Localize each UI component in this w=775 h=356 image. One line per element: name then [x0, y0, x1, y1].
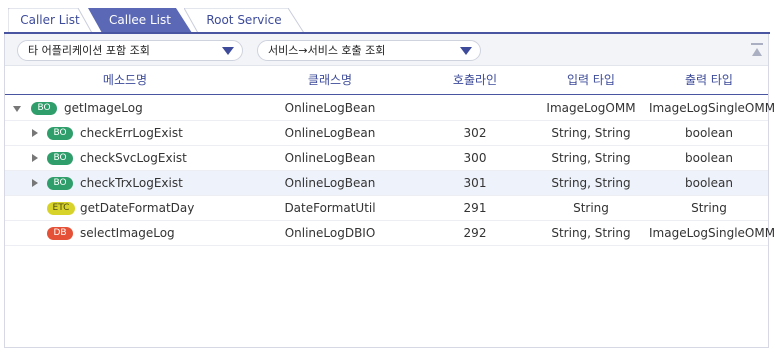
- table-row[interactable]: ETC getDateFormatDay DateFormatUtil 291 …: [5, 196, 768, 221]
- call-line: 291: [463, 201, 487, 215]
- bo-badge: BO: [47, 152, 73, 165]
- output-type: boolean: [685, 126, 733, 140]
- output-type: boolean: [685, 176, 733, 190]
- output-type: ImageLogSingleOMM: [649, 226, 775, 240]
- table-row[interactable]: BO checkErrLogExist OnlineLogBean 302 St…: [5, 121, 768, 146]
- input-type: String, String: [551, 226, 631, 240]
- column-header-output-type[interactable]: 출력 타입: [649, 66, 769, 94]
- call-type-select[interactable]: 서비스→서비스 호출 조회: [257, 40, 481, 61]
- column-header-method[interactable]: 메소드명: [5, 66, 245, 94]
- callee-list-panel: 타 어플리케이션 포함 조회 서비스→서비스 호출 조회 메소드명 클래스명 호…: [4, 34, 775, 348]
- method-name: getImageLog: [64, 101, 143, 115]
- method-name: getDateFormatDay: [80, 201, 195, 215]
- table-row[interactable]: BO getImageLog OnlineLogBean ImageLogOMM…: [5, 96, 775, 121]
- tab-caller-list[interactable]: Caller List: [8, 8, 92, 33]
- input-type: ImageLogOMM: [546, 101, 636, 115]
- app-scope-select-value: 타 어플리케이션 포함 조회: [28, 44, 150, 57]
- tab-callee-list[interactable]: Callee List: [88, 8, 192, 33]
- column-header-line[interactable]: 호출라인: [425, 66, 525, 94]
- class-name: DateFormatUtil: [284, 201, 376, 215]
- bo-badge: BO: [47, 127, 73, 140]
- class-name: OnlineLogBean: [284, 176, 376, 190]
- chevron-down-icon: [222, 47, 234, 55]
- call-line: [425, 96, 525, 120]
- chevron-down-icon: [460, 47, 472, 55]
- method-name: checkTrxLogExist: [80, 176, 183, 190]
- expand-toggle-icon[interactable]: [32, 129, 38, 137]
- app-scope-select[interactable]: 타 어플리케이션 포함 조회: [17, 40, 243, 61]
- input-type: String: [573, 201, 609, 215]
- class-name: OnlineLogBean: [284, 101, 376, 115]
- call-line: 302: [463, 126, 487, 140]
- collapse-up-icon[interactable]: [750, 42, 764, 58]
- table-row[interactable]: BO checkSvcLogExist OnlineLogBean 300 St…: [5, 146, 768, 171]
- class-name: OnlineLogDBIO: [284, 226, 376, 240]
- tab-label: Caller List: [20, 13, 80, 27]
- input-type: String, String: [551, 126, 631, 140]
- expand-toggle-icon[interactable]: [13, 106, 21, 112]
- method-name: checkSvcLogExist: [80, 151, 187, 165]
- output-type: String: [691, 201, 727, 215]
- table-row[interactable]: DB selectImageLog OnlineLogDBIO 292 Stri…: [5, 221, 775, 246]
- tab-label: Root Service: [206, 13, 282, 27]
- call-line: 301: [463, 176, 487, 190]
- db-badge: DB: [47, 227, 73, 240]
- output-type: boolean: [685, 151, 733, 165]
- tab-bar: Caller List Callee List Root Service: [0, 0, 775, 34]
- call-type-select-value: 서비스→서비스 호출 조회: [268, 44, 386, 57]
- expand-toggle-icon[interactable]: [32, 154, 38, 162]
- column-header-class[interactable]: 클래스명: [265, 66, 395, 94]
- call-line: 292: [463, 226, 487, 240]
- input-type: String, String: [551, 176, 631, 190]
- input-type: String, String: [551, 151, 631, 165]
- call-line: 300: [463, 151, 487, 165]
- table-row[interactable]: BO checkTrxLogExist OnlineLogBean 301 St…: [5, 171, 768, 196]
- class-name: OnlineLogBean: [284, 126, 376, 140]
- column-header-input-type[interactable]: 입력 타입: [541, 66, 641, 94]
- method-name: selectImageLog: [80, 226, 175, 240]
- filter-toolbar: 타 어플리케이션 포함 조회 서비스→서비스 호출 조회: [5, 34, 768, 66]
- method-name: checkErrLogExist: [80, 126, 183, 140]
- expand-toggle-icon[interactable]: [32, 179, 38, 187]
- bo-badge: BO: [31, 102, 57, 115]
- output-type: ImageLogSingleOMM: [649, 101, 775, 115]
- table-header: 메소드명 클래스명 호출라인 입력 타입 출력 타입: [5, 66, 768, 95]
- tab-label: Callee List: [109, 13, 171, 27]
- etc-badge: ETC: [47, 202, 75, 215]
- tab-root-service[interactable]: Root Service: [184, 8, 304, 33]
- class-name: OnlineLogBean: [284, 151, 376, 165]
- bo-badge: BO: [47, 177, 73, 190]
